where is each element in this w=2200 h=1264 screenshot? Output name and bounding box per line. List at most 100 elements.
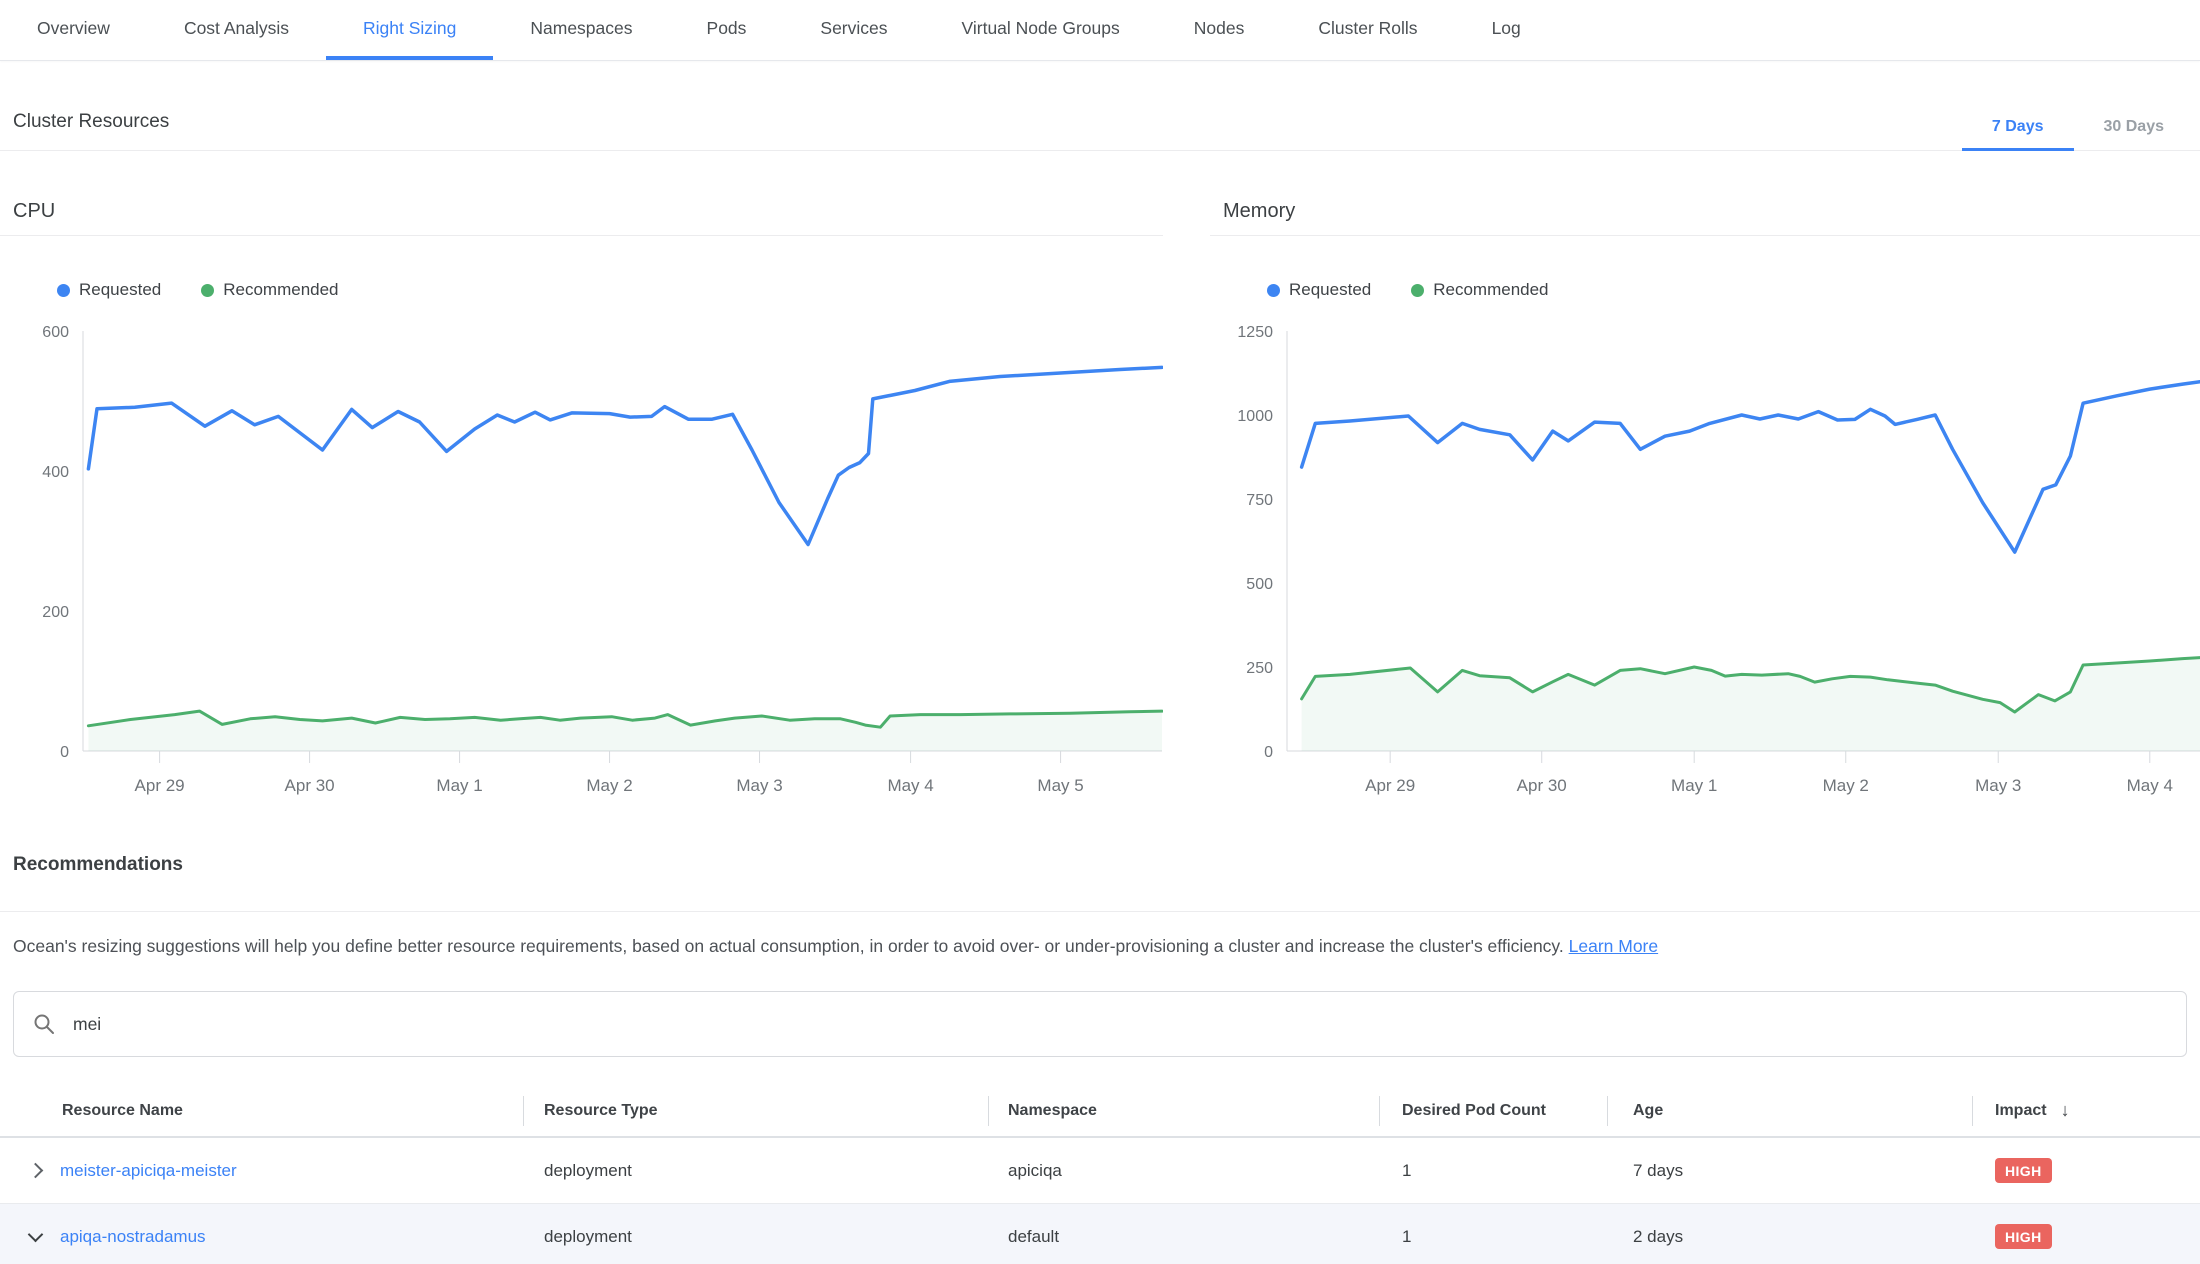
x-tick-label: May 3 xyxy=(1975,776,2021,795)
column-header-age[interactable]: Age xyxy=(1607,1085,1972,1136)
memory-recommended-area xyxy=(1302,658,2200,751)
sort-descending-icon: ↓ xyxy=(2061,1100,2070,1121)
memory-title: Memory xyxy=(1210,151,2200,236)
legend-label: Recommended xyxy=(1433,280,1548,300)
right-sizing-page: OverviewCost AnalysisRight SizingNamespa… xyxy=(0,0,2200,1264)
legend-label: Requested xyxy=(79,280,161,300)
table-row[interactable]: meister-apiciqa-meister deploymentapiciqa… xyxy=(0,1138,2200,1204)
y-tick-label: 500 xyxy=(1246,576,1273,593)
y-tick-label: 1000 xyxy=(1237,408,1273,425)
range-tab-7-days[interactable]: 7 Days xyxy=(1962,105,2074,151)
charts-row: CPU Requested Recommended 0 200 400 600 Apr 29 A… xyxy=(0,151,2200,800)
column-header-impact[interactable]: Impact ↓ xyxy=(1972,1085,2200,1136)
legend-item-recommended[interactable]: Recommended xyxy=(1411,280,1548,300)
collapse-chevron-icon[interactable] xyxy=(28,1227,44,1243)
column-header-desired-pod-count[interactable]: Desired Pod Count xyxy=(1379,1085,1607,1136)
x-tick-label: May 3 xyxy=(736,776,782,795)
recommendations-table: Resource Name Resource Type Namespace De… xyxy=(0,1085,2200,1264)
tab-nodes[interactable]: Nodes xyxy=(1157,0,1282,60)
table-body: meister-apiciqa-meister deploymentapiciqa… xyxy=(0,1138,2200,1264)
tab-pods[interactable]: Pods xyxy=(670,0,784,60)
x-tick-label: Apr 30 xyxy=(1517,776,1567,795)
tab-services[interactable]: Services xyxy=(783,0,924,60)
tab-right-sizing[interactable]: Right Sizing xyxy=(326,0,493,60)
learn-more-link[interactable]: Learn More xyxy=(1569,936,1659,956)
tab-log[interactable]: Log xyxy=(1455,0,1558,60)
y-tick-label: 750 xyxy=(1246,492,1273,509)
column-header-resource-type[interactable]: Resource Type xyxy=(523,1085,988,1136)
recommendations-description: Ocean's resizing suggestions will help y… xyxy=(13,934,2187,958)
column-header-resource-name[interactable]: Resource Name xyxy=(0,1085,523,1136)
impact-badge: HIGH xyxy=(1995,1158,2052,1183)
resource-name-link[interactable]: meister-apiciqa-meister xyxy=(60,1161,237,1181)
page-title: Cluster Resources xyxy=(13,111,169,133)
x-tick-label: May 1 xyxy=(1671,776,1717,795)
legend-dot-requested xyxy=(57,284,70,297)
x-tick-label: Apr 29 xyxy=(135,776,185,795)
table-header: Resource Name Resource Type Namespace De… xyxy=(0,1085,2200,1138)
y-tick-label: 0 xyxy=(1264,744,1273,761)
namespace-cell: apiciqa xyxy=(988,1138,1379,1203)
cluster-resources-header: Cluster Resources 7 Days30 Days xyxy=(0,61,2200,151)
tab-cluster-rolls[interactable]: Cluster Rolls xyxy=(1281,0,1454,60)
resource-name-cell: apiqa-nostradamus xyxy=(0,1204,523,1264)
desired-pod-count-cell: 1 xyxy=(1379,1138,1607,1203)
cpu-chart: 0 200 400 600 Apr 29 Apr 30 May 1 May 2 May 3 May… xyxy=(0,316,1163,796)
namespace-cell: default xyxy=(988,1204,1379,1264)
cpu-recommended-area xyxy=(88,711,1162,751)
cpu-legend: Requested Recommended xyxy=(57,280,1163,300)
cpu-panel: CPU Requested Recommended 0 200 400 600 Apr 29 A… xyxy=(0,151,1163,796)
x-tick-label: May 4 xyxy=(2127,776,2173,795)
x-tick-label: May 2 xyxy=(586,776,632,795)
time-range-tabs: 7 Days30 Days xyxy=(1962,105,2194,151)
description-text: Ocean's resizing suggestions will help y… xyxy=(13,936,1564,956)
age-cell: 7 days xyxy=(1607,1138,1972,1203)
legend-dot-recommended xyxy=(1411,284,1424,297)
resource-name-cell: meister-apiciqa-meister xyxy=(0,1138,523,1203)
y-tick-label: 1250 xyxy=(1237,324,1273,341)
legend-label: Recommended xyxy=(223,280,338,300)
search-input[interactable] xyxy=(71,1013,1971,1036)
memory-panel: Memory Requested Recommended 0 250 500 750 1000… xyxy=(1210,151,2200,796)
x-tick-label: May 1 xyxy=(436,776,482,795)
x-tick-label: Apr 30 xyxy=(285,776,335,795)
legend-item-requested[interactable]: Requested xyxy=(1267,280,1371,300)
resource-type-cell: deployment xyxy=(523,1204,988,1264)
y-tick-label: 600 xyxy=(42,324,69,341)
legend-item-recommended[interactable]: Recommended xyxy=(201,280,338,300)
y-tick-label: 200 xyxy=(42,604,69,621)
x-tick-label: May 4 xyxy=(887,776,933,795)
divider xyxy=(0,911,2200,912)
table-row[interactable]: apiqa-nostradamus deploymentdefault12 day… xyxy=(0,1204,2200,1264)
recommendations-title: Recommendations xyxy=(13,852,2200,878)
legend-item-requested[interactable]: Requested xyxy=(57,280,161,300)
legend-dot-recommended xyxy=(201,284,214,297)
y-tick-label: 250 xyxy=(1246,660,1273,677)
expand-chevron-icon[interactable] xyxy=(28,1163,44,1179)
tab-bar: OverviewCost AnalysisRight SizingNamespa… xyxy=(0,0,2200,61)
age-cell: 2 days xyxy=(1607,1204,1972,1264)
tab-namespaces[interactable]: Namespaces xyxy=(493,0,669,60)
legend-dot-requested xyxy=(1267,284,1280,297)
tab-virtual-node-groups[interactable]: Virtual Node Groups xyxy=(925,0,1157,60)
y-tick-label: 0 xyxy=(60,744,69,761)
resource-type-cell: deployment xyxy=(523,1138,988,1203)
x-tick-label: May 5 xyxy=(1037,776,1083,795)
x-tick-label: May 2 xyxy=(1823,776,1869,795)
desired-pod-count-cell: 1 xyxy=(1379,1204,1607,1264)
tab-cost-analysis[interactable]: Cost Analysis xyxy=(147,0,326,60)
memory-legend: Requested Recommended xyxy=(1267,280,2200,300)
column-header-namespace[interactable]: Namespace xyxy=(988,1085,1379,1136)
y-tick-label: 400 xyxy=(42,464,69,481)
cpu-title: CPU xyxy=(0,151,1163,236)
impact-badge: HIGH xyxy=(1995,1224,2052,1249)
cpu-requested-line xyxy=(88,367,1162,544)
impact-cell: HIGH xyxy=(1972,1138,2200,1203)
legend-label: Requested xyxy=(1289,280,1371,300)
resource-name-link[interactable]: apiqa-nostradamus xyxy=(60,1227,206,1247)
range-tab-30-days[interactable]: 30 Days xyxy=(2074,105,2195,151)
tab-overview[interactable]: Overview xyxy=(0,0,147,60)
search-box[interactable] xyxy=(13,991,2187,1057)
memory-chart: 025050075010001250Apr 29Apr 30May 1May 2… xyxy=(1210,316,2200,796)
search-icon xyxy=(32,1012,56,1036)
